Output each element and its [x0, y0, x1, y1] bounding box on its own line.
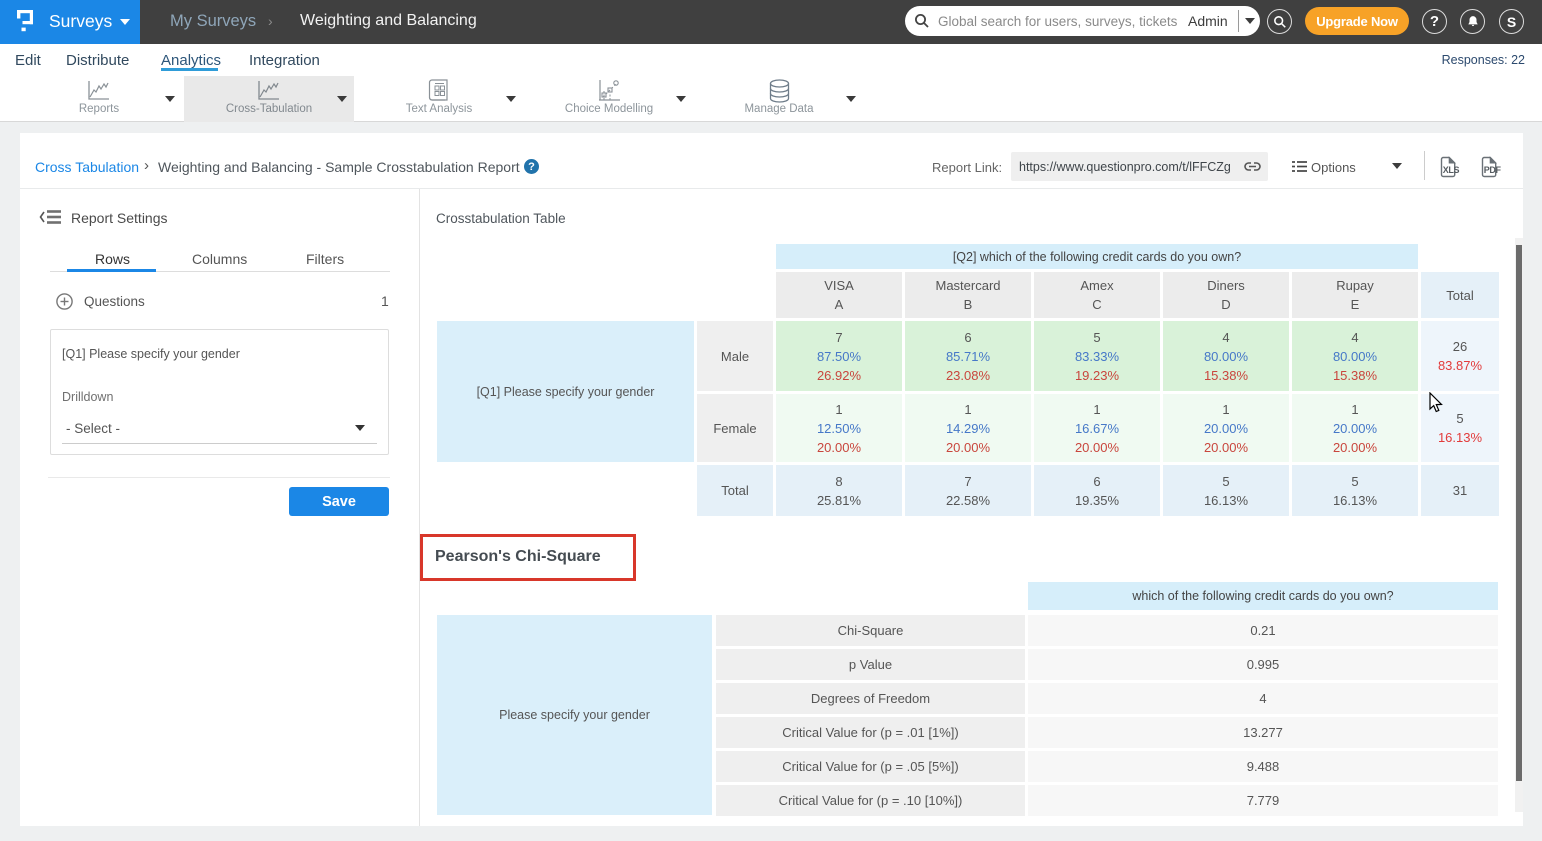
svg-text:XLS: XLS — [1443, 165, 1460, 175]
svg-text:PDF: PDF — [1484, 165, 1502, 175]
